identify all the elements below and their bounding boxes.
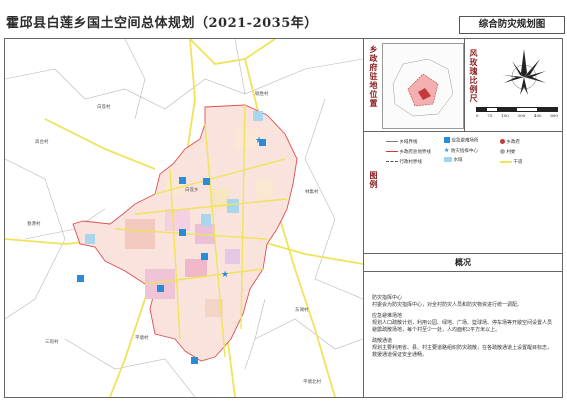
- shelter-icon: [77, 275, 84, 282]
- place-label: 春港村: [27, 222, 41, 227]
- legend-item: 村委: [500, 149, 515, 155]
- overview-heading: 防灾指挥中心: [372, 295, 403, 301]
- scale-tick: 450: [533, 113, 542, 118]
- place-label: 平塘北村: [303, 380, 321, 385]
- legend-item: 水域: [444, 157, 462, 163]
- place-label: 林集村: [305, 190, 319, 195]
- place-label: 联胜村: [255, 92, 269, 97]
- legend-item: 干道: [500, 159, 522, 165]
- shelter-icon: [179, 229, 186, 236]
- shelter-icon: [157, 285, 164, 292]
- divider: [364, 271, 562, 272]
- place-label: 白莲村: [97, 105, 111, 110]
- legend-swatch: [500, 160, 512, 163]
- shelter-icon: [179, 177, 186, 184]
- header: 霍邱县白莲乡国土空间总体规划（2021-2035年） 综合防灾规划图: [0, 0, 567, 38]
- legend-item: 行政村界线: [386, 159, 422, 165]
- legend-swatch: [500, 149, 505, 154]
- legend-label: 乡域界线: [399, 140, 418, 145]
- divider: [464, 39, 465, 132]
- place-label: 白莲乡: [185, 188, 199, 193]
- legend-label: 乡政府: [506, 140, 520, 145]
- divider: [364, 131, 562, 132]
- place-label: 平塘村: [135, 336, 149, 341]
- shelter-icon: [203, 178, 210, 185]
- shelter-icon: [191, 357, 198, 364]
- scale-tick: 0: [476, 113, 479, 118]
- place-label: 高台村: [35, 140, 49, 145]
- legend-item: 应急避难场所: [444, 137, 478, 144]
- legend-label: 村委: [506, 150, 516, 155]
- legend-item: 乡政府驻地界线: [386, 149, 431, 155]
- scale-tick: 300: [517, 113, 526, 118]
- overview-heading: 疏散通道: [372, 338, 393, 344]
- wind-rose-icon: [502, 49, 546, 95]
- command-center-star-icon: ★: [221, 270, 229, 280]
- divider: [364, 253, 562, 254]
- side-panel: 乡政府驻地位置 风玫瑰比例尺 0 75 150 300 450 600 图例 乡…: [363, 39, 562, 397]
- shelter-icon: [444, 137, 450, 143]
- legend-label: 乡政府驻地界线: [399, 150, 431, 155]
- overview-paragraph: 规划主要利用省、县、村主要道路组织防灾疏散，在各疏散通道上设置醒目标志，救援通道…: [372, 345, 553, 358]
- page-title: 霍邱县白莲乡国土空间总体规划（2021-2035年）: [6, 16, 318, 31]
- legend-swatch: [386, 151, 398, 152]
- legend-swatch: [500, 139, 505, 144]
- legend-item: 乡域界线: [386, 139, 417, 145]
- overview-paragraph: 规划人口疏散计划，利用公园、绿地、广场、篮球场、停车场等开敞空间设置人员避震疏散…: [372, 320, 553, 333]
- legend-label: 行政村界线: [399, 160, 422, 165]
- wind-scale-label: 风玫瑰比例尺: [469, 49, 479, 103]
- legend-label: 水域: [453, 158, 463, 163]
- legend-item: ★ 防灾指挥中心: [444, 147, 478, 154]
- overview-title: 概况: [455, 257, 471, 267]
- overview-paragraph: 村委会为防灾指挥中心，对全村防灾人员和防灾物资进行统一调配。: [372, 302, 523, 308]
- location-inset-map: [392, 58, 454, 117]
- place-label: 三岗村: [45, 340, 59, 345]
- command-center-star-icon: ★: [255, 136, 263, 146]
- scale-tick: 75: [487, 113, 493, 118]
- place-label: 东湖村: [295, 308, 309, 313]
- overview-text: 防灾指挥中心 村委会为防灾指挥中心，对全村防灾人员和防灾物资进行统一调配。 应急…: [372, 295, 556, 359]
- star-icon: ★: [444, 147, 450, 154]
- legend-label: 干道: [513, 160, 523, 165]
- map-subtitle: 综合防灾规划图: [459, 16, 565, 34]
- legend-swatch: [386, 161, 398, 162]
- legend-swatch: [444, 157, 452, 162]
- map-canvas: ★ ★ 白莲村 联胜村 春港村 高台村 林集村 白莲乡 平塘村 三岗村 东湖村 …: [5, 39, 363, 397]
- legend-label: 应急避难场所: [451, 138, 479, 144]
- legend-swatch: [386, 141, 398, 142]
- location-label: 乡政府驻地位置: [369, 45, 379, 108]
- scale-tick: 600: [550, 113, 558, 118]
- legend-label: 图例: [369, 171, 379, 189]
- scale-bar: 0 75 150 300 450 600: [476, 107, 558, 118]
- location-inset: [382, 43, 464, 129]
- shelter-icon: [201, 253, 208, 260]
- legend-item: 乡政府: [500, 139, 520, 145]
- overview-heading: 应急避难场地: [372, 313, 403, 319]
- legend-label: 防灾指挥中心: [450, 149, 478, 154]
- scale-tick: 150: [501, 113, 509, 118]
